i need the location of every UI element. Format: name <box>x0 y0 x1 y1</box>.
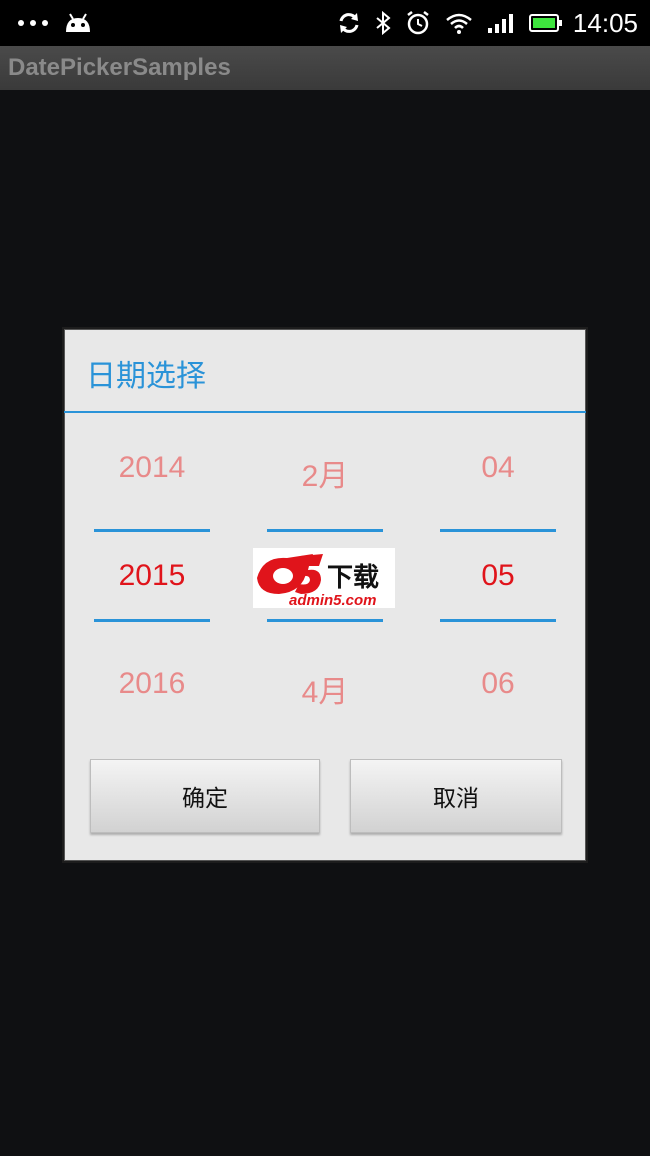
android-icon <box>66 13 90 32</box>
svg-text:下载: 下载 <box>327 563 379 593</box>
alarm-icon <box>407 11 429 35</box>
day-next[interactable]: 06 <box>440 667 556 701</box>
battery-icon <box>528 14 562 32</box>
wifi-icon <box>446 13 472 34</box>
month-next[interactable]: 4月 <box>267 667 383 711</box>
month-prev[interactable]: 2月 <box>267 451 383 495</box>
app-title: DatePickerSamples <box>8 54 231 81</box>
year-prev[interactable]: 2014 <box>94 451 210 485</box>
year-next[interactable]: 2016 <box>94 667 210 701</box>
battery-fill <box>532 18 555 28</box>
day-selected[interactable]: 05 <box>440 559 556 593</box>
a5-logo-icon: 下载 admin5.com <box>257 554 379 608</box>
year-selection-line-bottom <box>94 619 210 622</box>
day-prev[interactable]: 04 <box>440 451 556 485</box>
year-selection-line-top <box>94 529 210 532</box>
day-selection-line-top <box>440 529 556 532</box>
month-selection-line-top <box>267 529 383 532</box>
cancel-button[interactable]: 取消 <box>350 759 562 833</box>
action-bar: DatePickerSamples <box>0 46 650 90</box>
status-left <box>18 0 94 46</box>
svg-text:admin5.com: admin5.com <box>289 592 377 608</box>
status-right: 14:05 <box>337 0 638 46</box>
day-selection-line-bottom <box>440 619 556 622</box>
sync-icon <box>339 13 359 33</box>
bluetooth-icon <box>376 11 391 35</box>
signal-icon <box>487 14 513 33</box>
year-selected[interactable]: 2015 <box>94 559 210 593</box>
more-dots-icon <box>18 20 48 26</box>
status-bar: 14:05 <box>0 0 650 46</box>
confirm-button[interactable]: 确定 <box>90 759 320 833</box>
month-selection-line-bottom <box>267 619 383 622</box>
watermark-logo: 下载 admin5.com <box>253 548 395 608</box>
status-time: 14:05 <box>572 7 638 38</box>
